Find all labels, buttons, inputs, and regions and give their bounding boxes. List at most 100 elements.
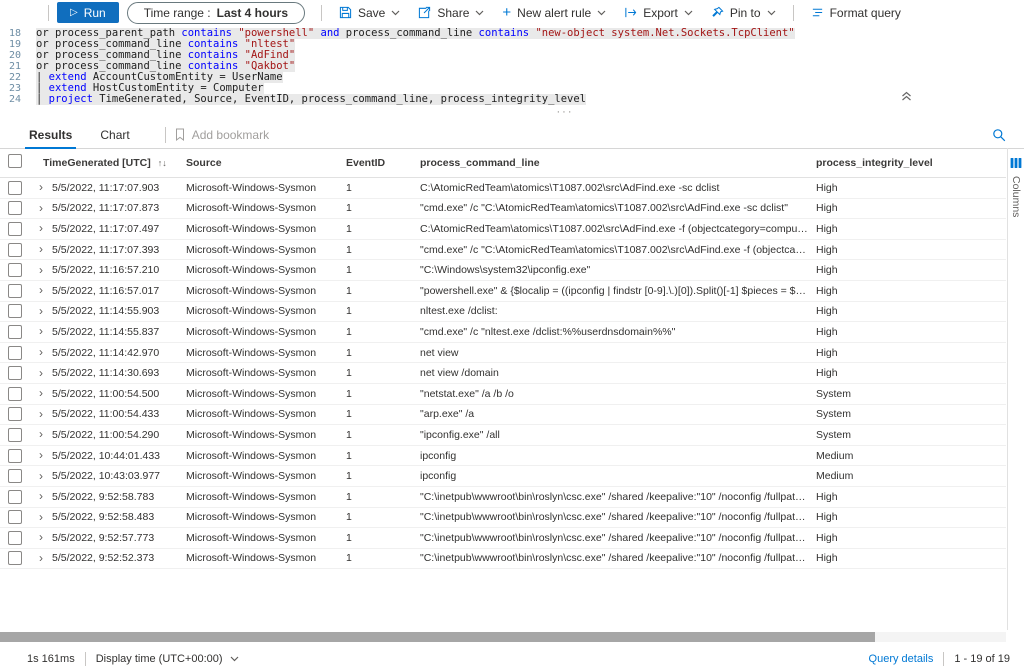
query-editor[interactable]: 18or process_parent_path contains "power… — [0, 28, 1024, 108]
header-time-generated[interactable]: TimeGenerated [UTC] ↑↓ — [30, 157, 180, 169]
row-expand-icon[interactable]: › — [39, 201, 43, 215]
table-row[interactable]: ›5/5/2022, 11:17:07.497Microsoft-Windows… — [0, 219, 1006, 240]
pin-to-button[interactable]: Pin to — [702, 2, 785, 24]
row-select-cell — [0, 181, 30, 195]
table-row[interactable]: ›5/5/2022, 11:14:55.903Microsoft-Windows… — [0, 302, 1006, 323]
row-checkbox[interactable] — [8, 510, 22, 524]
row-checkbox[interactable] — [8, 222, 22, 236]
cell-event-id: 1 — [340, 244, 414, 256]
table-row[interactable]: ›5/5/2022, 11:17:07.393Microsoft-Windows… — [0, 240, 1006, 261]
row-select-cell — [0, 510, 30, 524]
row-select-cell — [0, 531, 30, 545]
save-button[interactable]: Save — [330, 2, 409, 24]
row-checkbox[interactable] — [8, 263, 22, 277]
row-expand-cell: › — [30, 305, 52, 318]
new-alert-rule-button[interactable]: + New alert rule — [493, 2, 615, 24]
table-row[interactable]: ›5/5/2022, 9:52:58.783Microsoft-Windows-… — [0, 487, 1006, 508]
row-expand-icon[interactable]: › — [39, 386, 43, 400]
row-expand-icon[interactable]: › — [39, 489, 43, 503]
format-query-button[interactable]: Format query — [802, 2, 910, 24]
table-row[interactable]: ›5/5/2022, 11:17:07.903Microsoft-Windows… — [0, 178, 1006, 199]
header-source[interactable]: Source — [180, 157, 340, 169]
cell-time-generated: 5/5/2022, 11:17:07.393 — [52, 244, 180, 256]
row-expand-cell: › — [30, 264, 52, 277]
table-row[interactable]: ›5/5/2022, 11:16:57.210Microsoft-Windows… — [0, 260, 1006, 281]
tab-chart[interactable]: Chart — [99, 126, 130, 144]
row-expand-icon[interactable]: › — [39, 551, 43, 565]
tab-results[interactable]: Results — [28, 126, 73, 144]
row-checkbox[interactable] — [8, 243, 22, 257]
horizontal-scrollbar[interactable] — [0, 632, 1006, 642]
row-checkbox[interactable] — [8, 304, 22, 318]
row-checkbox[interactable] — [8, 407, 22, 421]
save-icon — [339, 6, 352, 19]
cell-process-integrity-level: Medium — [808, 470, 1006, 482]
table-row[interactable]: ›5/5/2022, 11:00:54.433Microsoft-Windows… — [0, 405, 1006, 426]
row-expand-icon[interactable]: › — [39, 345, 43, 359]
header-event-id[interactable]: EventID — [340, 157, 414, 169]
search-results-button[interactable] — [992, 128, 1006, 142]
row-expand-icon[interactable]: › — [39, 263, 43, 277]
scrollbar-thumb[interactable] — [0, 632, 875, 642]
row-checkbox[interactable] — [8, 469, 22, 483]
table-row[interactable]: ›5/5/2022, 11:00:54.290Microsoft-Windows… — [0, 425, 1006, 446]
row-expand-icon[interactable]: › — [39, 242, 43, 256]
row-checkbox[interactable] — [8, 325, 22, 339]
table-row[interactable]: ›5/5/2022, 9:52:58.483Microsoft-Windows-… — [0, 508, 1006, 529]
export-button[interactable]: Export — [615, 2, 702, 24]
table-row[interactable]: ›5/5/2022, 10:43:03.977Microsoft-Windows… — [0, 466, 1006, 487]
row-expand-icon[interactable]: › — [39, 180, 43, 194]
query-details-link[interactable]: Query details — [869, 653, 934, 665]
row-checkbox[interactable] — [8, 284, 22, 298]
table-row[interactable]: ›5/5/2022, 11:14:30.693Microsoft-Windows… — [0, 363, 1006, 384]
select-all-checkbox[interactable] — [8, 154, 22, 168]
row-checkbox[interactable] — [8, 490, 22, 504]
chevron-down-icon — [475, 10, 484, 16]
cell-process-integrity-level: System — [808, 408, 1006, 420]
table-row[interactable]: ›5/5/2022, 11:16:57.017Microsoft-Windows… — [0, 281, 1006, 302]
table-row[interactable]: ›5/5/2022, 9:52:52.373Microsoft-Windows-… — [0, 549, 1006, 570]
row-expand-icon[interactable]: › — [39, 283, 43, 297]
add-bookmark-button[interactable]: Add bookmark — [174, 128, 269, 142]
header-process-integrity-level[interactable]: process_integrity_level — [808, 157, 1006, 169]
row-checkbox[interactable] — [8, 387, 22, 401]
row-expand-icon[interactable]: › — [39, 407, 43, 421]
row-checkbox[interactable] — [8, 531, 22, 545]
row-expand-icon[interactable]: › — [39, 469, 43, 483]
time-range-picker[interactable]: Time range : Last 4 hours — [127, 2, 305, 24]
sort-icon[interactable]: ↑↓ — [158, 158, 167, 168]
table-row[interactable]: ›5/5/2022, 11:14:42.970Microsoft-Windows… — [0, 343, 1006, 364]
cell-process-integrity-level: High — [808, 491, 1006, 503]
columns-panel-toggle[interactable]: Columns — [1007, 148, 1024, 630]
share-button[interactable]: Share — [409, 2, 493, 24]
header-process-command-line[interactable]: process_command_line — [414, 157, 808, 169]
row-expand-icon[interactable]: › — [39, 510, 43, 524]
editor-results-splitter[interactable]: ··· — [0, 104, 1024, 120]
row-checkbox[interactable] — [8, 366, 22, 380]
export-icon — [624, 6, 637, 19]
row-expand-icon[interactable]: › — [39, 304, 43, 318]
row-expand-icon[interactable]: › — [39, 448, 43, 462]
row-expand-icon[interactable]: › — [39, 324, 43, 338]
row-checkbox[interactable] — [8, 551, 22, 565]
cell-process-integrity-level: System — [808, 388, 1006, 400]
row-checkbox[interactable] — [8, 201, 22, 215]
row-checkbox[interactable] — [8, 428, 22, 442]
run-button[interactable]: ▷ Run — [57, 2, 119, 23]
table-row[interactable]: ›5/5/2022, 9:52:57.773Microsoft-Windows-… — [0, 528, 1006, 549]
collapse-editor-button[interactable] — [901, 91, 912, 101]
table-row[interactable]: ›5/5/2022, 11:14:55.837Microsoft-Windows… — [0, 322, 1006, 343]
row-expand-icon[interactable]: › — [39, 530, 43, 544]
row-checkbox[interactable] — [8, 181, 22, 195]
table-row[interactable]: ›5/5/2022, 11:17:07.873Microsoft-Windows… — [0, 199, 1006, 220]
row-expand-icon[interactable]: › — [39, 427, 43, 441]
cell-process-integrity-level: High — [808, 264, 1006, 276]
row-expand-icon[interactable]: › — [39, 221, 43, 235]
table-row[interactable]: ›5/5/2022, 10:44:01.433Microsoft-Windows… — [0, 446, 1006, 467]
row-checkbox[interactable] — [8, 346, 22, 360]
row-select-cell — [0, 449, 30, 463]
row-checkbox[interactable] — [8, 449, 22, 463]
display-time-dropdown[interactable]: Display time (UTC+00:00) — [96, 653, 239, 665]
table-row[interactable]: ›5/5/2022, 11:00:54.500Microsoft-Windows… — [0, 384, 1006, 405]
row-expand-icon[interactable]: › — [39, 366, 43, 380]
